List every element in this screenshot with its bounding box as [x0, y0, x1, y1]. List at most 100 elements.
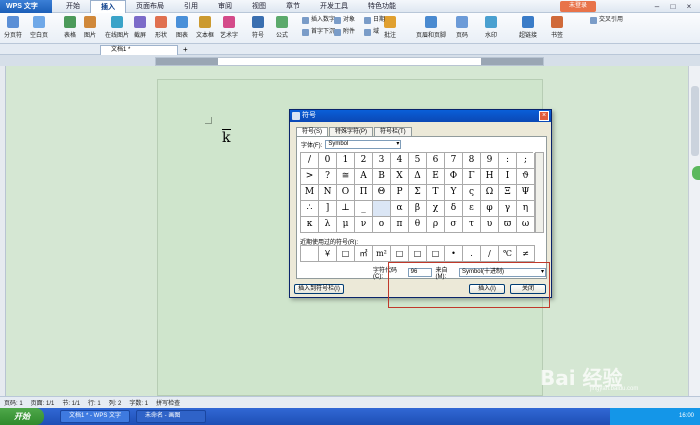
ribbon-small-2[interactable]: 日期	[364, 16, 385, 25]
recent-symbol-cell[interactable]: /	[481, 246, 499, 262]
symbol-cell[interactable]: Φ	[445, 169, 463, 185]
ribbon-item-0[interactable]: 分页符	[4, 16, 22, 42]
symbol-cell[interactable]: Ψ	[517, 185, 535, 201]
symbol-cell[interactable]: Β	[373, 169, 391, 185]
minimize-icon[interactable]: –	[650, 1, 664, 12]
symbol-cell[interactable]: μ	[337, 217, 355, 233]
taskbar-item-paint[interactable]: 未命名 - 画图	[136, 410, 206, 423]
symbol-cell[interactable]: /	[301, 153, 319, 169]
symbol-cell[interactable]: ?	[319, 169, 337, 185]
symbol-cell[interactable]: δ	[445, 201, 463, 217]
symbol-cell[interactable]: 5	[409, 153, 427, 169]
symbol-cell[interactable]: θ	[409, 217, 427, 233]
symbol-cell[interactable]: Μ	[301, 185, 319, 201]
symbol-cell[interactable]: ;	[517, 153, 535, 169]
font-select[interactable]: Symbol	[325, 140, 402, 149]
menu-tab-6[interactable]: 章节	[276, 0, 310, 13]
ribbon-small-4[interactable]: 附件	[334, 28, 355, 37]
close-icon[interactable]: ×	[682, 1, 696, 12]
recent-symbol-cell[interactable]: •	[445, 246, 463, 262]
ribbon-item-2[interactable]: 表格	[64, 16, 76, 42]
symbol-cell[interactable]: ∴	[301, 201, 319, 217]
ribbon-item-13[interactable]: 页眉和页脚	[416, 16, 446, 42]
dialog-tab-1[interactable]: 特殊字符(P)	[329, 127, 373, 136]
symbol-cell[interactable]: 4	[391, 153, 409, 169]
symbol-cell[interactable]: ϖ	[499, 217, 517, 233]
symbol-grid-scrollbar[interactable]	[535, 152, 544, 233]
document-text[interactable]: k	[222, 129, 232, 145]
menu-tab-3[interactable]: 引用	[174, 0, 208, 13]
symbol-cell[interactable]: λ	[319, 217, 337, 233]
symbol-cell[interactable]: Ο	[337, 185, 355, 201]
symbol-cell[interactable]: Σ	[409, 185, 427, 201]
symbol-cell[interactable]: 2	[355, 153, 373, 169]
ribbon-item-12[interactable]: 批注	[384, 16, 396, 42]
login-button[interactable]: 未登录	[560, 1, 596, 12]
symbol-cell[interactable]: φ	[481, 201, 499, 217]
symbol-cell[interactable]: β	[409, 201, 427, 217]
dialog-close-icon[interactable]: ×	[539, 111, 549, 121]
symbol-cell[interactable]: Ξ	[499, 185, 517, 201]
ribbon-item-8[interactable]: 文本框	[196, 16, 214, 42]
symbol-cell[interactable]: ]	[319, 201, 337, 217]
symbol-cell[interactable]: Θ	[373, 185, 391, 201]
symbol-cell[interactable]: ν	[355, 217, 373, 233]
symbol-cell[interactable]: ο	[373, 217, 391, 233]
recent-symbol-cell[interactable]: ㎡	[355, 246, 373, 262]
recent-symbol-cell[interactable]: □	[427, 246, 445, 262]
symbol-cell[interactable]: Ε	[427, 169, 445, 185]
symbol-cell[interactable]: ρ	[427, 217, 445, 233]
symbol-cell[interactable]: χ	[427, 201, 445, 217]
symbol-cell[interactable]: ≅	[337, 169, 355, 185]
symbol-cell[interactable]: 8	[463, 153, 481, 169]
symbol-cell[interactable]: Α	[355, 169, 373, 185]
symbol-cell[interactable]: Δ	[409, 169, 427, 185]
symbol-cell[interactable]: 3	[373, 153, 391, 169]
maximize-icon[interactable]: □	[666, 1, 680, 12]
symbol-cell[interactable]: 1	[337, 153, 355, 169]
symbol-cell[interactable]	[373, 201, 391, 217]
dialog-tab-2[interactable]: 符号栏(T)	[374, 127, 412, 136]
symbol-cell[interactable]: π	[391, 217, 409, 233]
symbol-cell[interactable]: >	[301, 169, 319, 185]
menu-tab-4[interactable]: 审阅	[208, 0, 242, 13]
menu-tab-0[interactable]: 开始	[56, 0, 90, 13]
ribbon-item-16[interactable]: 超链接	[519, 16, 537, 42]
recent-symbol-cell[interactable]	[301, 246, 319, 262]
menu-tab-5[interactable]: 视图	[242, 0, 276, 13]
recent-symbol-cell[interactable]: ￥	[319, 246, 337, 262]
app-menu-button[interactable]: WPS 文字	[0, 0, 52, 13]
symbol-cell[interactable]: ς	[463, 185, 481, 201]
symbol-cell[interactable]: Γ	[463, 169, 481, 185]
symbol-cell[interactable]: ω	[517, 217, 535, 233]
ribbon-item-5[interactable]: 截屏	[134, 16, 146, 42]
ribbon-small-6[interactable]: 交叉引用	[590, 16, 623, 25]
ribbon-item-11[interactable]: 公式	[276, 16, 288, 42]
ribbon-small-3[interactable]: 首字下沉	[302, 28, 335, 37]
recent-symbol-cell[interactable]: m²	[373, 246, 391, 262]
symbol-cell[interactable]: η	[517, 201, 535, 217]
symbol-cell[interactable]: ε	[463, 201, 481, 217]
ribbon-item-6[interactable]: 形状	[155, 16, 167, 42]
recent-symbol-cell[interactable]: ≠	[517, 246, 535, 262]
ribbon-item-7[interactable]: 图表	[176, 16, 188, 42]
symbol-cell[interactable]: 7	[445, 153, 463, 169]
symbol-cell[interactable]: σ	[445, 217, 463, 233]
recent-symbol-cell[interactable]: □	[391, 246, 409, 262]
symbol-cell[interactable]: Χ	[391, 169, 409, 185]
recent-symbol-cell[interactable]: .	[463, 246, 481, 262]
symbol-cell[interactable]: 0	[319, 153, 337, 169]
symbol-cell[interactable]: γ	[499, 201, 517, 217]
symbol-cell[interactable]: ⊥	[337, 201, 355, 217]
symbol-cell[interactable]: Ι	[499, 169, 517, 185]
menu-tab-2[interactable]: 页面布局	[126, 0, 174, 13]
symbol-cell[interactable]: Υ	[445, 185, 463, 201]
symbol-cell[interactable]: τ	[463, 217, 481, 233]
recent-symbol-cell[interactable]: □	[409, 246, 427, 262]
insert-to-bar-button[interactable]: 插入到符号栏(I)	[294, 284, 344, 294]
symbol-cell[interactable]: Η	[481, 169, 499, 185]
symbol-cell[interactable]: Τ	[427, 185, 445, 201]
symbol-cell[interactable]: Ν	[319, 185, 337, 201]
menu-tab-8[interactable]: 特色功能	[358, 0, 406, 13]
ribbon-item-17[interactable]: 书签	[551, 16, 563, 42]
